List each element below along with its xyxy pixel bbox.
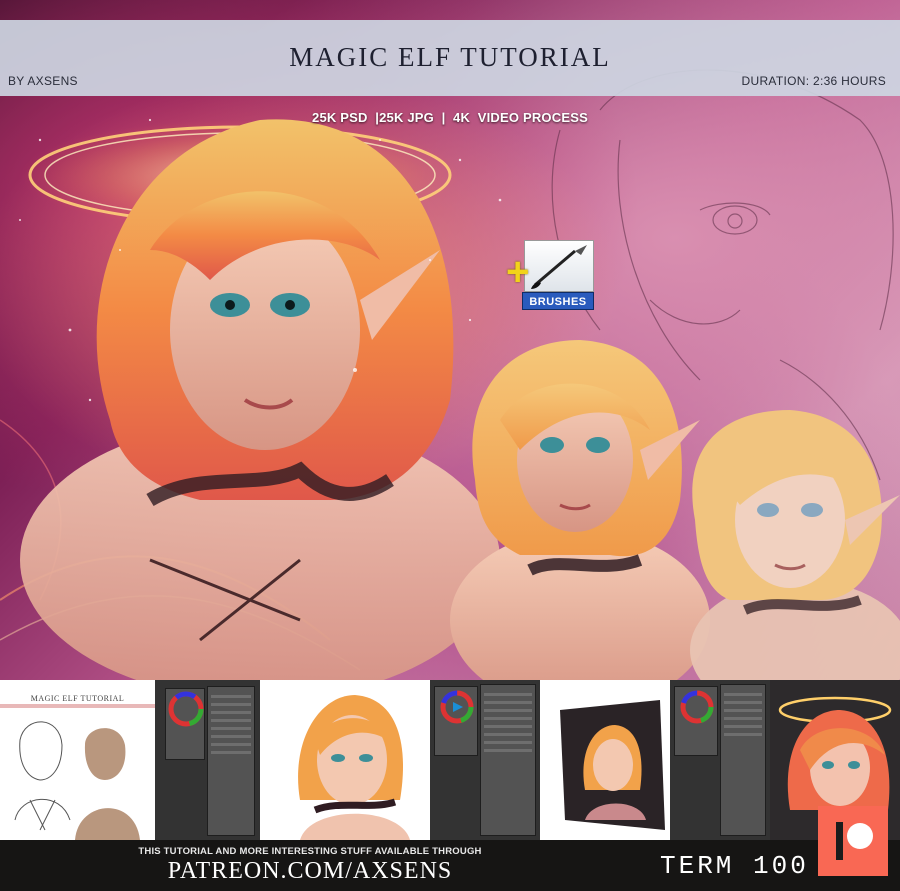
- background-sparkles: [0, 69, 900, 680]
- thumbnail-ui-panels-1: [155, 680, 260, 840]
- layers-panel-3: [720, 684, 766, 836]
- main-artwork: [0, 0, 900, 680]
- layers-panel: [207, 686, 255, 836]
- color-wheel-panel: [165, 688, 205, 760]
- patreon-link[interactable]: PATREON.COM/AXSENS: [0, 858, 620, 885]
- patreon-logo-icon[interactable]: [818, 806, 888, 876]
- formats-label: 25K PSD |25K JPG | 4K VIDEO PROCESS: [312, 110, 588, 125]
- author-byline: BY AXSENS: [8, 74, 78, 88]
- thumbnail-colored-elf: [260, 680, 430, 840]
- middle-elf-figure: [450, 340, 710, 680]
- thumbnail-ui-panels-3: [670, 680, 770, 840]
- thumbnail-dark-canvas: [540, 680, 670, 840]
- brushes-label: BRUSHES: [522, 292, 594, 310]
- footer-tagline: THIS TUTORIAL AND MORE INTERESTING STUFF…: [138, 846, 482, 857]
- brushes-badge: + BRUSHES: [506, 240, 594, 312]
- layers-panel-2: [480, 684, 536, 836]
- color-wheel-icon-3: [680, 690, 714, 724]
- plus-icon: +: [506, 250, 530, 294]
- page-title: MAGIC ELF TUTORIAL: [289, 42, 611, 72]
- process-thumbnail-strip: MAGIC ELF TUTORIAL: [0, 680, 900, 840]
- color-wheel-panel-2: [434, 686, 478, 756]
- color-wheel-icon: [168, 691, 204, 727]
- thumbnail-sketch: MAGIC ELF TUTORIAL: [0, 680, 155, 840]
- footer: THIS TUTORIAL AND MORE INTERESTING STUFF…: [0, 840, 900, 891]
- thumbnail-ui-panels-2: [430, 680, 540, 840]
- color-wheel-panel-3: [674, 686, 718, 756]
- color-wheel-icon-2: [440, 690, 474, 724]
- duration-label: DURATION: 2:36 HOURS: [741, 74, 886, 88]
- brush-icon: [524, 240, 594, 292]
- term-label: TERM 100: [660, 851, 809, 881]
